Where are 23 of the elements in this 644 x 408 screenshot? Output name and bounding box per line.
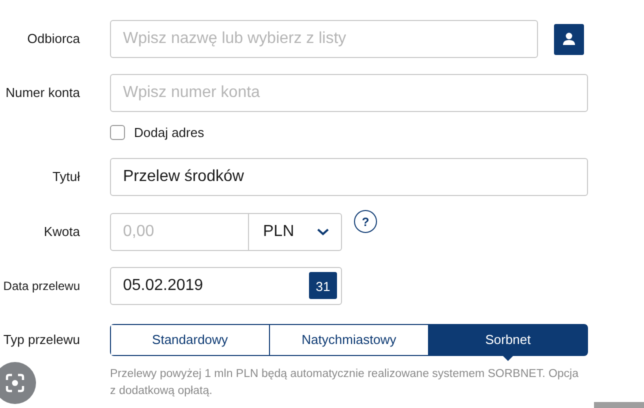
recipient-field[interactable]: Wpisz nazwę lub wybierz z listy — [110, 20, 538, 58]
title-field[interactable]: Przelew środków — [110, 158, 588, 196]
field-label: Kwota — [44, 222, 80, 241]
chevron-down-icon — [317, 228, 329, 236]
date-field[interactable]: 05.02.2019 31 — [110, 266, 342, 304]
calendar-button[interactable]: 31 — [309, 272, 337, 299]
field-label: Typ przelewu — [3, 330, 80, 349]
scroll-bar — [594, 402, 644, 408]
lens-button[interactable] — [0, 362, 36, 404]
help-button[interactable]: ? — [354, 210, 377, 233]
person-icon — [562, 32, 576, 46]
field-label: Tytuł — [52, 168, 80, 186]
contacts-button[interactable] — [554, 24, 584, 54]
checkbox[interactable] — [110, 125, 125, 140]
field-label: Odbiorca — [27, 30, 80, 48]
checkbox-label: Dodaj adres — [134, 124, 204, 142]
amount-field[interactable]: 0,00 — [110, 212, 249, 250]
camera-search-icon — [5, 373, 25, 393]
currency-dropdown[interactable]: PLN — [249, 212, 342, 250]
info-text: Przelewy powyżej 1 mln PLN będą automatycznie realizowane systemem SORBNET. Opcja z dodatkową opłatą. — [110, 366, 580, 398]
field-label: Data przelewu — [3, 278, 80, 294]
account-field[interactable]: Wpisz numer konta — [110, 74, 588, 112]
field-label: Numer konta — [6, 84, 80, 102]
